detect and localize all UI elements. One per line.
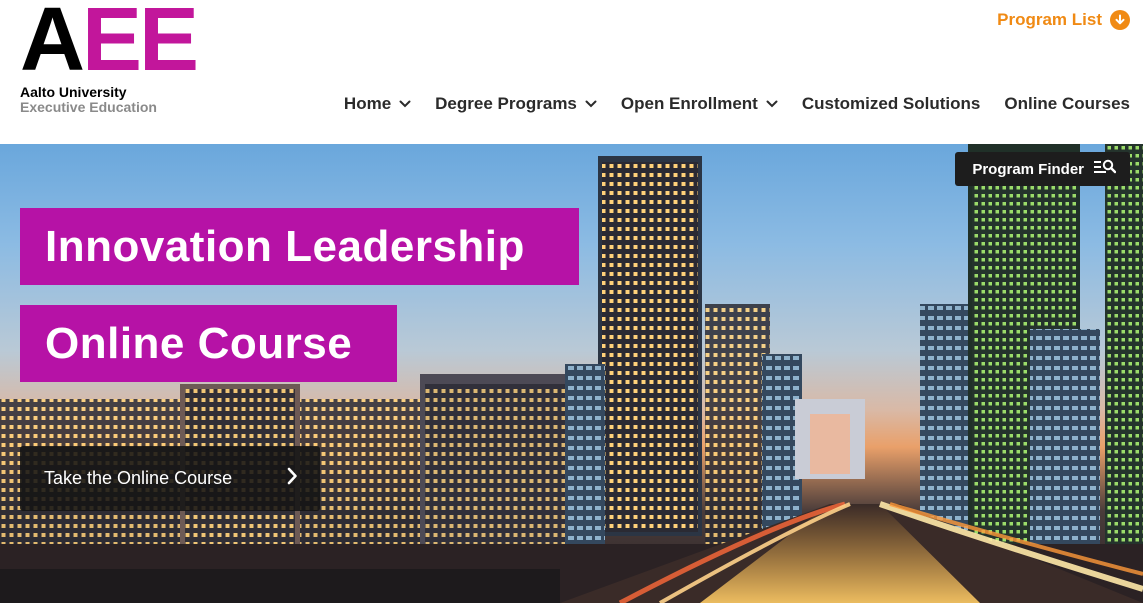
nav-item-label: Degree Programs — [435, 94, 577, 113]
hero-title-line-1: Innovation Leadership — [20, 208, 579, 285]
nav-item-label: Online Courses — [1004, 94, 1130, 113]
program-list-label: Program List — [997, 10, 1102, 29]
chevron-down-icon — [766, 98, 778, 110]
nav-item-label: Customized Solutions — [801, 94, 981, 113]
logo-letter-a: A — [20, 0, 85, 90]
nav-item-home[interactable]: Home — [344, 94, 411, 114]
nav-item-label: Home — [343, 94, 392, 113]
chevron-down-icon — [585, 98, 597, 110]
hero-banner: Program Finder Innovation Leadership Onl… — [0, 144, 1143, 603]
hero-title-line-2: Online Course — [20, 305, 397, 382]
nav-item-customized-solutions[interactable]: Customized Solutions — [802, 94, 981, 114]
nav-item-degree-programs[interactable]: Degree Programs — [435, 94, 597, 114]
download-circle-icon — [1110, 10, 1130, 30]
logo-university-name: Aalto University — [20, 84, 127, 100]
chevron-right-icon — [286, 467, 298, 490]
nav-item-online-courses[interactable]: Online Courses — [1004, 94, 1130, 114]
program-list-link[interactable]: Program List — [997, 10, 1130, 30]
program-finder-button[interactable]: Program Finder — [955, 152, 1130, 186]
list-search-icon — [1094, 159, 1117, 179]
cta-label: Take the Online Course — [44, 468, 233, 488]
program-finder-label: Program Finder — [972, 160, 1084, 178]
chevron-down-icon — [399, 98, 411, 110]
site-header: A E E Aalto University Executive Educati… — [0, 0, 1143, 144]
logo-letter-e: E — [82, 0, 142, 90]
aee-logo[interactable]: A E E Aalto University Executive Educati… — [20, 0, 200, 118]
main-nav: Home Degree Programs Open Enrollment Cus… — [320, 94, 1130, 114]
logo-wordmark: A E E — [20, 0, 199, 90]
take-online-course-button[interactable]: Take the Online Course — [20, 446, 320, 511]
logo-subtitle: Executive Education — [20, 99, 157, 115]
nav-item-label: Open Enrollment — [620, 94, 758, 113]
logo-letter-e: E — [139, 0, 199, 90]
nav-item-open-enrollment[interactable]: Open Enrollment — [621, 94, 778, 114]
